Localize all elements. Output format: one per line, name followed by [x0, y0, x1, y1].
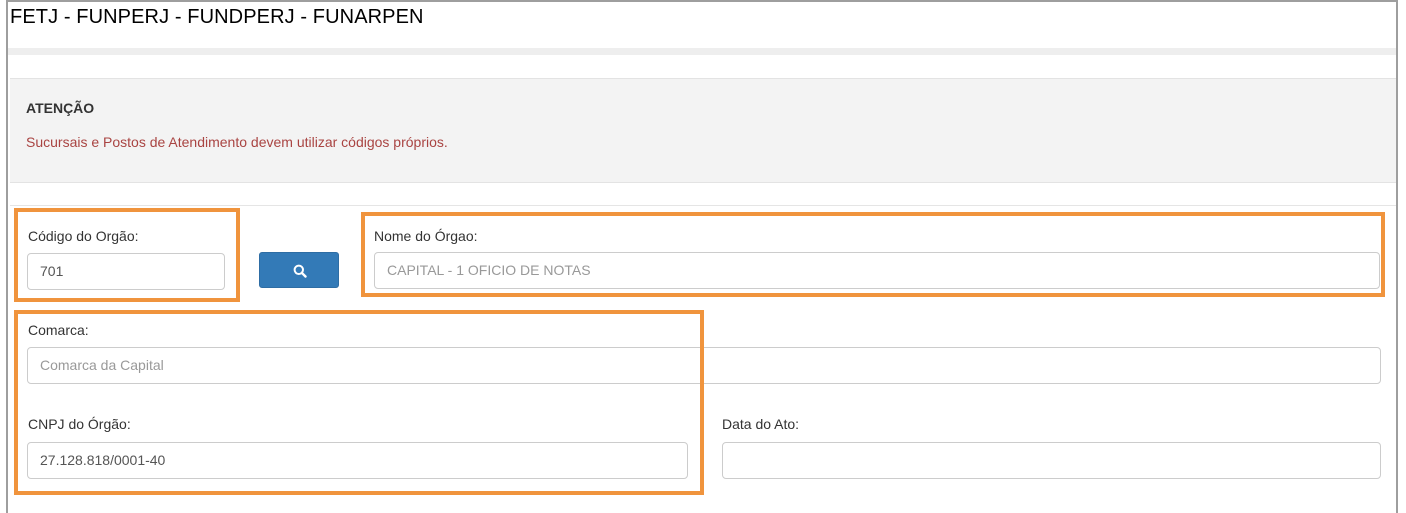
attention-alert: ATENÇÃO Sucursais e Postos de Atendiment… — [10, 78, 1396, 183]
alert-title: ATENÇÃO — [26, 100, 95, 116]
page-title: FETJ - FUNPERJ - FUNDPERJ - FUNARPEN — [10, 6, 424, 28]
alert-message: Sucursais e Postos de Atendimento devem … — [26, 134, 448, 150]
nome-field: CAPITAL - 1 OFICIO DE NOTAS — [374, 252, 1380, 289]
header-divider — [8, 48, 1396, 55]
codigo-label: Código do Orgão: — [28, 228, 139, 244]
comarca-label: Comarca: — [28, 322, 89, 338]
search-icon — [293, 264, 307, 278]
data-ato-input[interactable] — [722, 442, 1381, 479]
search-button[interactable] — [259, 252, 339, 288]
nome-label: Nome do Órgao: — [374, 228, 478, 244]
cnpj-label: CNPJ do Órgão: — [28, 416, 131, 432]
section-divider — [10, 205, 1396, 206]
comarca-field: Comarca da Capital — [27, 347, 1381, 384]
codigo-input[interactable]: 701 — [27, 253, 225, 290]
cnpj-field: 27.128.818/0001-40 — [27, 442, 688, 479]
data-ato-label: Data do Ato: — [722, 416, 800, 432]
